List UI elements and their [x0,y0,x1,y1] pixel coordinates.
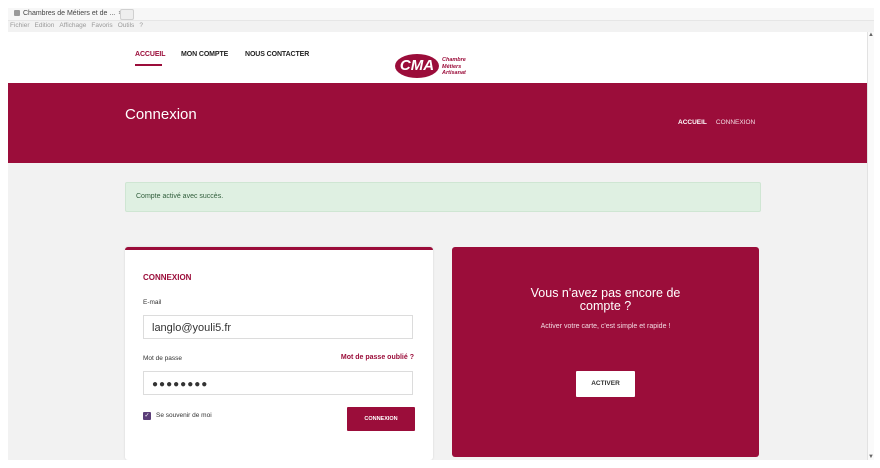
activate-subtitle: Activer votre carte, c'est simple et rap… [540,323,671,330]
email-field[interactable]: langlo@youli5.fr [143,315,413,339]
menu-bar: Fichier Edition Affichage Favoris Outils? [8,21,874,31]
site-header: ACCUEIL MON COMPTE NOUS CONTACTER CMA Ch… [8,32,868,83]
scroll-up-icon[interactable]: ▲ [868,32,874,38]
browser-window: Chambres de Métiers et de ...× Fichier Ed… [8,8,874,460]
tab-title: Chambres de Métiers et de ... [23,10,116,17]
success-alert: Compte activé avec succès. [125,182,761,212]
browser-tab[interactable]: Chambres de Métiers et de ...× [10,9,126,19]
breadcrumb-connexion: CONNEXION [715,119,756,126]
nav-accueil[interactable]: ACCUEIL [135,51,166,58]
breadcrumb: ACCUEIL CONNEXION [678,119,764,126]
logo-line-1: Chambre [442,57,466,63]
nav-nous-contacter[interactable]: NOUS CONTACTER [245,51,309,58]
remember-me-checkbox[interactable]: ✓ [143,412,151,420]
login-title: CONNEXION [143,273,192,282]
menu-outils[interactable]: Outils [118,22,135,29]
activate-title-line-2: compte ? [579,299,632,313]
password-label: Mot de passe [143,355,183,362]
login-button[interactable]: CONNEXION [347,407,415,431]
menu-edition[interactable]: Edition [35,22,55,29]
page-banner: Connexion ACCUEIL CONNEXION [8,83,868,163]
activate-title: Vous n'avez pas encore de compte ? [452,287,759,313]
nav-active-underline [135,64,162,66]
remember-me-label[interactable]: Se souvenir de moi [156,412,212,419]
cma-logo[interactable]: CMA Chambre Métiers Artisanat [395,54,495,80]
activate-button[interactable]: ACTIVER [576,371,635,397]
vertical-scrollbar[interactable] [867,32,874,460]
tab-bar: Chambres de Métiers et de ...× [8,8,874,21]
cma-logo-mark: CMA [395,54,439,78]
forgot-password-link[interactable]: Mot de passe oublié ? [341,354,414,361]
password-field[interactable]: ●●●●●●●● [143,371,413,395]
web-page: ACCUEIL MON COMPTE NOUS CONTACTER CMA Ch… [8,32,868,460]
page-title: Connexion [125,106,197,123]
new-tab-button[interactable] [120,9,134,20]
activate-card: Vous n'avez pas encore de compte ? Activ… [452,247,759,457]
logo-line-3: Artisanat [442,70,466,76]
cma-logo-text: Chambre Métiers Artisanat [442,57,466,77]
alert-text: Compte activé avec succès. [136,193,224,200]
login-card: CONNEXION E-mail langlo@youli5.fr Mot de… [125,247,433,460]
menu-favoris[interactable]: Favoris [91,22,112,29]
favicon-icon [14,10,20,17]
menu-help[interactable]: ? [139,22,143,29]
email-label: E-mail [143,299,162,306]
menu-fichier[interactable]: Fichier [10,22,30,29]
menu-affichage[interactable]: Affichage [59,22,86,29]
nav-mon-compte[interactable]: MON COMPTE [181,51,228,58]
breadcrumb-accueil[interactable]: ACCUEIL [678,119,707,126]
scroll-down-icon[interactable]: ▼ [868,454,874,460]
